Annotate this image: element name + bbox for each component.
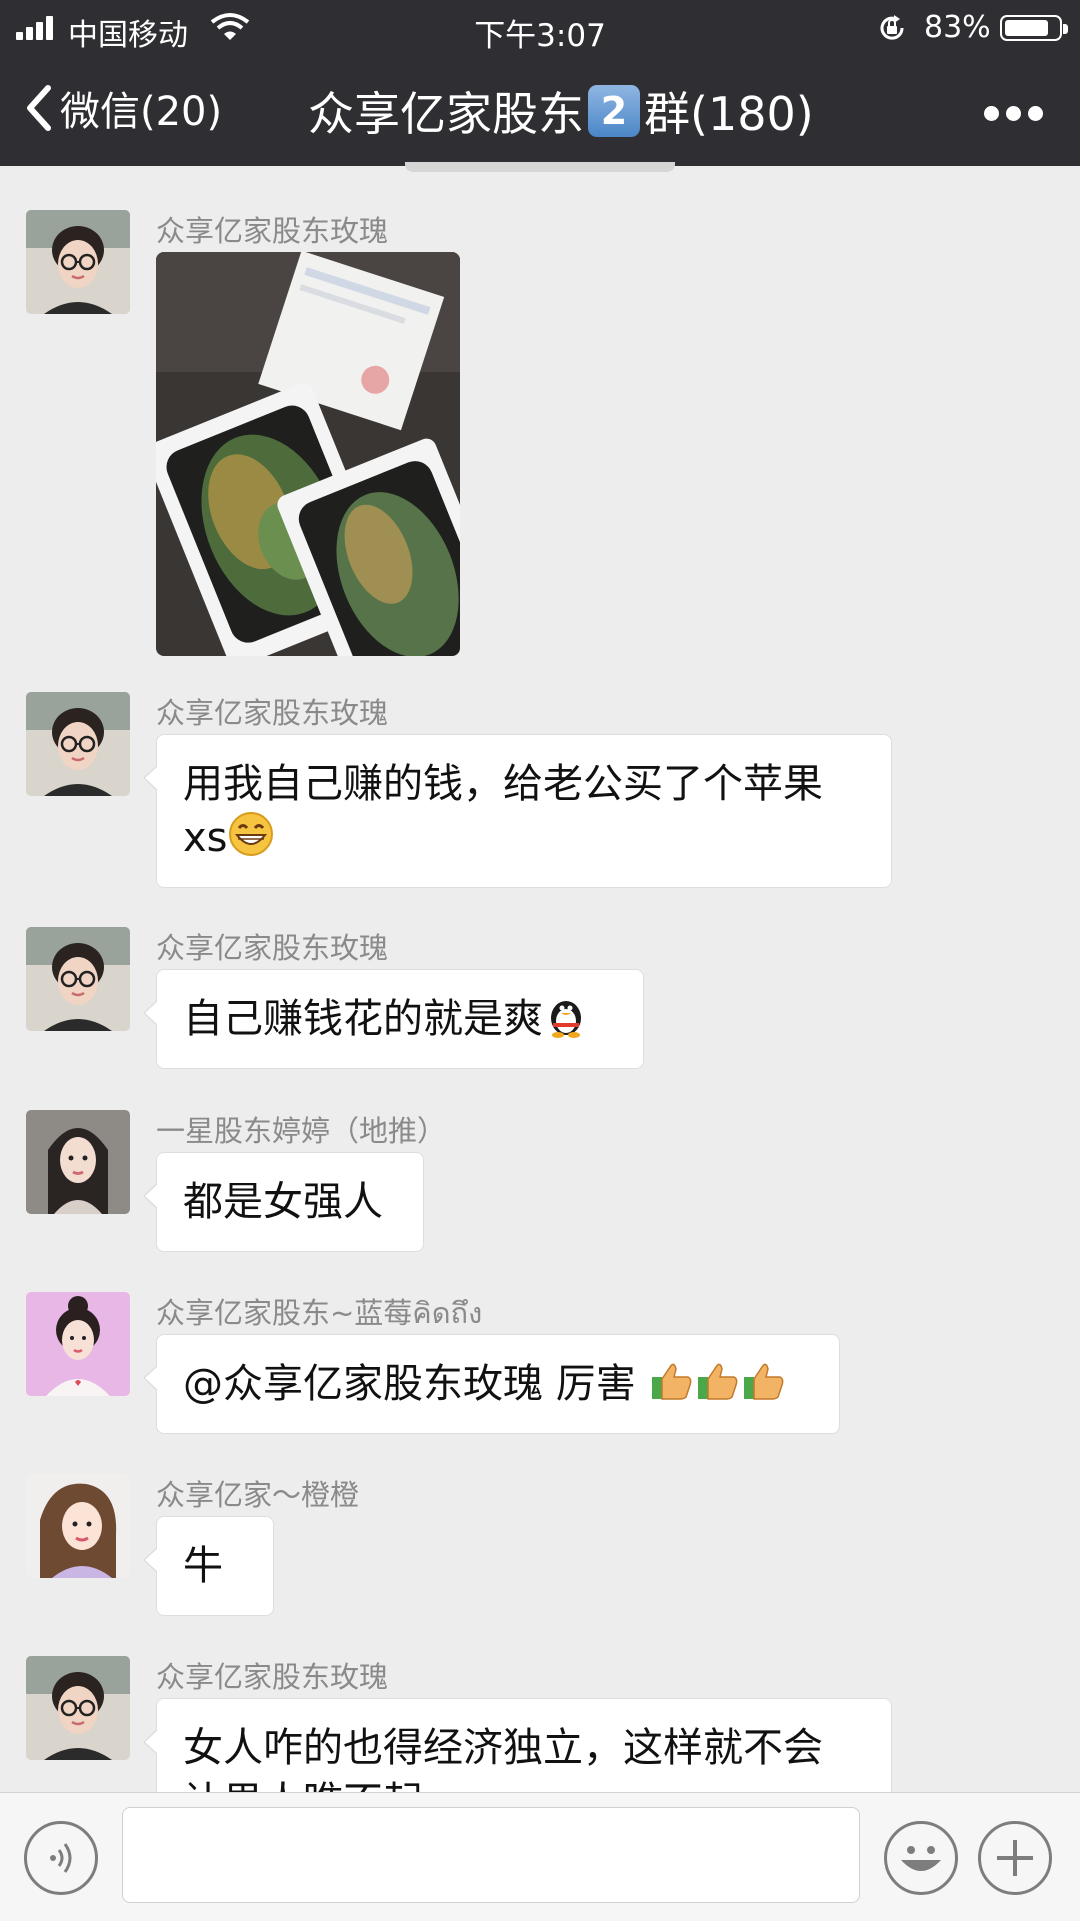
thumbs-up-emoji-icon [652, 1363, 692, 1400]
more-options-button[interactable] [984, 106, 1044, 122]
message-bubble[interactable]: 用我自己赚的钱，给老公买了个苹果 xs [143, 734, 892, 888]
more-functions-button[interactable] [978, 1821, 1052, 1895]
keycap-digit: 2 [588, 85, 640, 137]
sender-name: 一星股东婷婷（地推） [156, 1114, 447, 1148]
grin-emoji-icon [228, 812, 273, 856]
message-list[interactable]: 众享亿家股东玫瑰 众享亿家股东玫瑰 用我自己赚的钱，给老公买了个苹果 xs 众享… [0, 166, 1080, 1792]
message-text-line: 让男人瞧不起 [183, 1775, 865, 1792]
avatar[interactable] [26, 210, 130, 314]
thumbs-up-emoji-icon [744, 1363, 784, 1400]
chat-title: 众享亿家股东 2 群(180) [308, 78, 814, 144]
back-button[interactable]: 微信(20) [22, 78, 222, 138]
message-text: 牛 [183, 1543, 223, 1589]
penguin-emoji-icon [551, 1001, 581, 1038]
avatar[interactable] [26, 927, 130, 1031]
message-text-line: xs [183, 815, 228, 861]
message-text: @众享亿家股东玫瑰 厉害 [183, 1361, 636, 1407]
sender-name: 众享亿家股东玫瑰 [156, 931, 389, 965]
nav-bar: 微信(20) 众享亿家股东 2 群(180) [0, 58, 1080, 166]
battery-icon [1000, 15, 1068, 41]
avatar[interactable] [26, 1110, 130, 1214]
sender-name: 众享亿家～橙橙 [156, 1478, 360, 1512]
message-text: 自己赚钱花的就是爽 [183, 996, 543, 1042]
message-bubble[interactable]: 自己赚钱花的就是爽 [143, 969, 644, 1069]
title-prefix: 众享亿家股东 [308, 87, 584, 141]
voice-input-button[interactable] [24, 1821, 98, 1895]
avatar[interactable] [26, 692, 130, 796]
emoji-button[interactable] [884, 1821, 958, 1895]
sender-name: 众享亿家股东~蓝莓คิดถึง [156, 1296, 483, 1330]
message-input[interactable] [122, 1807, 860, 1903]
clock: 下午3:07 [474, 18, 606, 54]
chevron-left-icon [27, 85, 51, 131]
title-suffix: 群(180) [644, 87, 814, 141]
plus-icon [997, 1840, 1033, 1876]
smile-icon [901, 1846, 941, 1871]
sender-name: 众享亿家股东玫瑰 [156, 696, 389, 730]
message-bubble[interactable]: 牛 [143, 1516, 274, 1616]
battery-percentage: 83% [924, 10, 991, 45]
message-text-line: 用我自己赚的钱，给老公买了个苹果 [183, 761, 823, 807]
sender-name: 众享亿家股东玫瑰 [156, 1660, 389, 1694]
message-bubble[interactable]: 都是女强人 [143, 1152, 424, 1252]
voice-icon [50, 1843, 72, 1873]
message-bubble[interactable]: @众享亿家股东玫瑰 厉害 [143, 1334, 840, 1434]
message-bubble[interactable]: 女人咋的也得经济独立，这样就不会 让男人瞧不起 [143, 1698, 892, 1792]
thumbs-up-emoji-icon [698, 1363, 738, 1400]
top-bar: 中国移动 下午3:07 83% 微信(20) 众享亿家股东 2 群(180) [0, 0, 1080, 166]
message-text: 都是女强人 [183, 1179, 383, 1225]
avatar[interactable] [26, 1656, 130, 1760]
avatar[interactable] [26, 1474, 130, 1578]
status-bar: 中国移动 下午3:07 83% [0, 0, 1080, 58]
avatar[interactable] [26, 1292, 130, 1396]
message-text-line: 女人咋的也得经济独立，这样就不会 [183, 1725, 823, 1771]
sender-name: 众享亿家股东玫瑰 [156, 214, 389, 248]
input-bar [0, 1792, 1080, 1921]
shared-photo[interactable] [156, 252, 460, 656]
orientation-lock-icon [876, 12, 908, 44]
back-label: 微信(20) [60, 89, 223, 135]
